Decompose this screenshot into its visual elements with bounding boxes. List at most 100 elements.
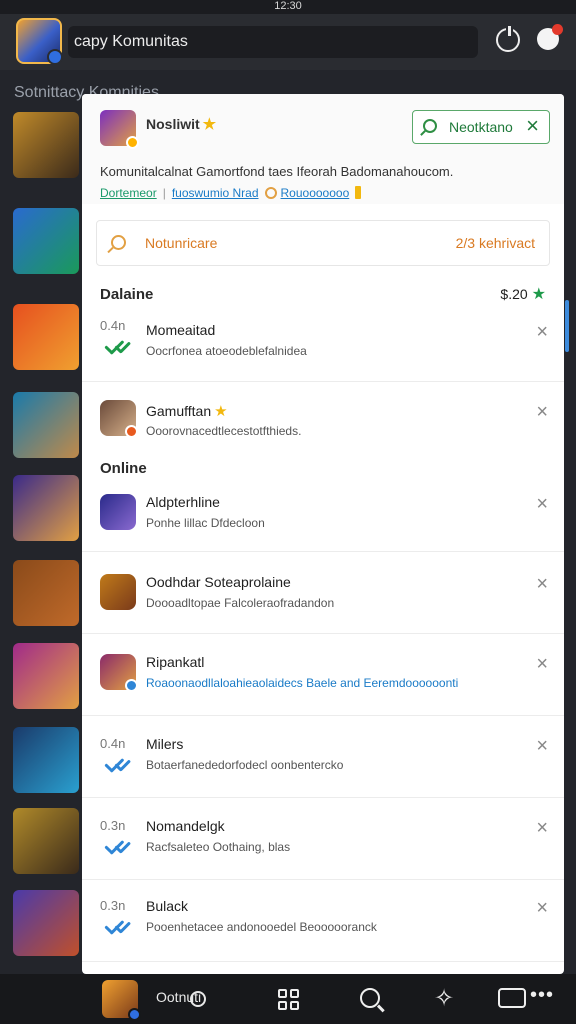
game-thumbnail[interactable]: [13, 560, 79, 626]
avatar-badge-icon: [126, 136, 139, 149]
community-panel: Nosliwit ★ Neotktano × Komunitalcalnat Ga…: [82, 94, 564, 974]
item-subtitle: Ooorovnacedtlecestotfthieds.: [146, 424, 302, 438]
lock-icon[interactable]: [190, 991, 206, 1007]
list-item[interactable]: 0.3n Bulack Pooenhetacee andonooedel Beo…: [82, 880, 564, 962]
item-time: 0.3n: [100, 818, 126, 833]
item-name: Milers: [146, 736, 184, 752]
user-avatar: [100, 494, 136, 530]
search-icon[interactable]: [360, 988, 380, 1008]
list-item[interactable]: Aldpterhline Ponhe lillac Dfdecloon ×: [82, 480, 564, 552]
game-thumbnail[interactable]: [13, 392, 79, 458]
list-item[interactable]: 0.4n Momeaitad Oocrfonea atoeodeblefalni…: [82, 306, 564, 382]
bottom-navigation: Ootnuti ✧ •••: [0, 974, 576, 1024]
game-thumbnail[interactable]: [13, 475, 79, 541]
search-input[interactable]: Notunricare 2/3 kehrivact: [96, 220, 550, 266]
divider: |: [162, 186, 166, 200]
status-clock: 12:30: [274, 0, 302, 12]
search-placeholder: Notunricare: [145, 235, 218, 251]
puzzle-icon[interactable]: ✧: [434, 984, 454, 1013]
list-item[interactable]: Oodhdar Soteaprolaine Doooadltopae Falco…: [82, 552, 564, 634]
avatar-badge-icon: [128, 1008, 141, 1021]
more-icon[interactable]: •••: [530, 984, 554, 1007]
link[interactable]: Rouooooooo: [281, 186, 350, 200]
profile-avatar[interactable]: [100, 110, 139, 149]
item-subtitle: Ponhe lillac Dfdecloon: [146, 516, 265, 530]
close-icon[interactable]: ×: [536, 898, 548, 918]
search-icon: [423, 119, 437, 133]
top-app-bar: capy Komunitas: [0, 14, 576, 70]
avatar-badge-icon: [47, 49, 63, 65]
avatar-badge-icon: [125, 425, 138, 438]
game-thumbnail[interactable]: [13, 808, 79, 874]
item-time: 0.3n: [100, 898, 126, 913]
profile-avatar[interactable]: [102, 980, 141, 1021]
notification-icon[interactable]: [537, 24, 563, 50]
list-item[interactable]: Gamufftan ★ Ooorovnacedtlecestotfthieds. …: [82, 384, 564, 450]
item-name: Oodhdar Soteaprolaine: [146, 574, 291, 590]
notification-badge: [552, 24, 563, 35]
status-bar: 12:30: [0, 0, 576, 14]
close-icon[interactable]: ×: [536, 654, 548, 674]
close-icon[interactable]: ×: [536, 736, 548, 756]
list-item[interactable]: 0.3n Nomandelgk Racfsaleteo Oothaing, bl…: [82, 798, 564, 880]
list-item[interactable]: Ripankatl Roaoonaodllaloahieaolaidecs Ba…: [82, 634, 564, 716]
item-name: Momeaitad: [146, 322, 216, 338]
item-time: 0.4n: [100, 736, 126, 751]
star-icon: ★: [531, 286, 546, 303]
link[interactable]: fuoswumio Nrad: [172, 186, 259, 200]
game-thumbnail[interactable]: [13, 112, 79, 178]
game-thumbnail[interactable]: [13, 643, 79, 709]
close-icon[interactable]: ×: [526, 114, 539, 138]
close-icon[interactable]: ×: [536, 494, 548, 514]
section-title: Dalaine: [100, 286, 154, 303]
search-meta: 2/3 kehrivact: [455, 235, 535, 251]
close-icon[interactable]: ×: [536, 402, 548, 422]
item-subtitle: Doooadltopae Falcoleraofradandon: [146, 596, 335, 610]
section-title: Online: [100, 460, 147, 477]
close-icon[interactable]: ×: [536, 322, 548, 342]
item-subtitle: Roaoonaodllaloahieaolaidecs Baele and Ee…: [146, 676, 459, 690]
search-icon: [264, 187, 277, 199]
user-avatar: [100, 574, 136, 610]
item-subtitle: Pooenhetacee andonooedel Beoooooranck: [146, 920, 377, 934]
item-time: 0.4n: [100, 318, 126, 333]
star-icon: ★: [202, 116, 217, 133]
check-icon: [104, 920, 132, 938]
power-icon[interactable]: [496, 26, 520, 52]
profile-description: Komunitalcalnat Gamortfond taes Ifeorah …: [100, 164, 454, 179]
close-icon[interactable]: ×: [536, 818, 548, 838]
list-item[interactable]: 0.4n Milers Botaerfanededorfodecl oonben…: [82, 716, 564, 798]
scrollbar[interactable]: [565, 300, 569, 352]
item-subtitle: Botaerfanededorfodecl oonbentercko: [146, 758, 344, 772]
user-avatar: [100, 400, 138, 438]
profile-links: Dortemeor | fuoswumio Nrad Rouooooooo: [100, 186, 362, 200]
check-icon: [104, 840, 132, 858]
close-icon[interactable]: ×: [536, 574, 548, 594]
grid-icon[interactable]: [278, 989, 300, 1011]
find-button-label: Neotktano: [449, 119, 513, 135]
item-name: Gamufftan ★: [146, 403, 228, 420]
user-avatar: [100, 654, 138, 692]
game-thumbnail[interactable]: [13, 208, 79, 274]
community-avatar[interactable]: [16, 18, 63, 65]
avatar-badge-icon: [125, 679, 138, 692]
community-title[interactable]: capy Komunitas: [68, 26, 478, 58]
game-thumbnail[interactable]: [13, 890, 79, 956]
item-name: Nomandelgk: [146, 818, 225, 834]
game-thumbnail[interactable]: [13, 304, 79, 370]
item-name: Bulack: [146, 898, 189, 914]
check-icon: [104, 340, 132, 358]
item-subtitle: Racfsaleteo Oothaing, blas: [146, 840, 291, 854]
window-icon[interactable]: [498, 988, 526, 1008]
item-name: Aldpterhline: [146, 494, 220, 510]
profile-name: Nosliwit ★: [146, 116, 217, 133]
tag-icon: [355, 186, 362, 199]
link[interactable]: Dortemeor: [100, 186, 157, 200]
panel-header: Nosliwit ★ Neotktano × Komunitalcalnat Ga…: [82, 94, 564, 204]
item-subtitle: Oocrfonea atoeodeblefalnidea: [146, 344, 307, 358]
item-name: Ripankatl: [146, 654, 205, 670]
game-thumbnail[interactable]: [13, 727, 79, 793]
find-button[interactable]: Neotktano ×: [412, 110, 550, 144]
section-value: $.20 ★: [500, 286, 546, 303]
star-icon: ★: [214, 403, 228, 420]
